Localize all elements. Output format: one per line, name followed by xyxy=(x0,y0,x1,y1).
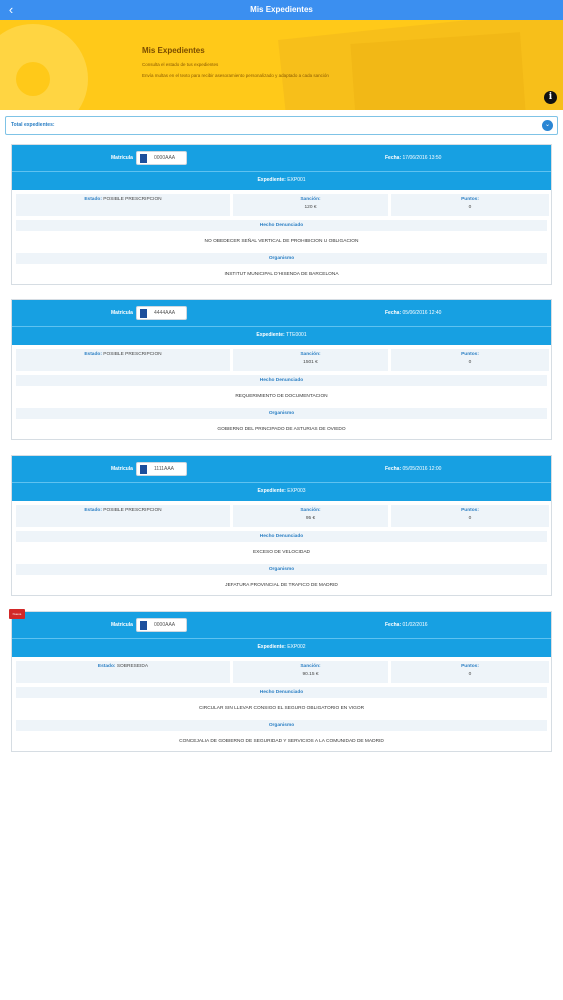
estado-cell: Estado: POSIBLE PRESCRIPCION xyxy=(16,349,230,371)
card-header xyxy=(12,612,551,638)
plate-number: 0000AAA xyxy=(154,155,176,161)
eu-flag-icon xyxy=(140,621,147,630)
card-header xyxy=(12,456,551,482)
license-plate: 1111AAA xyxy=(136,462,187,476)
gear-decoration-icon xyxy=(0,24,88,110)
total-expedientes-bar[interactable]: Total expedientes: ⌄ xyxy=(5,116,558,135)
puntos-value: 0 xyxy=(468,516,472,521)
hecho-label: Hecho Denunciado xyxy=(16,687,547,698)
organismo-value: INSTITUT MUNICIPAL D'HISENDA DE BARCELON… xyxy=(224,272,339,277)
plate-number: 1111AAA xyxy=(154,466,175,472)
hecho-label: Hecho Denunciado xyxy=(16,531,547,542)
sancion-cell: Sanción: 1501 € xyxy=(233,349,388,371)
card-header xyxy=(12,300,551,326)
expediente-card[interactable]: Matrícula 0000AAA Fecha: 17/06/2016 13:5… xyxy=(11,144,552,285)
hecho-value: NO OBEDECER SEÑAL VERTICAL DE PROHIBICIO… xyxy=(204,239,359,244)
license-plate: 0000AAA xyxy=(136,618,187,632)
organismo-label: Organismo xyxy=(16,720,547,731)
expediente-id: Expediente: TTE0001 xyxy=(256,332,307,338)
matricula-label: Matrícula xyxy=(111,466,133,472)
fecha: Fecha: 01/02/2016 xyxy=(385,622,428,628)
organismo-value: GOBIERNO DEL PRINCIPADO DE ASTURIAS DE O… xyxy=(217,427,346,432)
puntos-value: 0 xyxy=(468,205,472,210)
hecho-value: REQUERIMIENTO DE DOCUMENTACION xyxy=(235,394,328,399)
info-icon[interactable]: i xyxy=(544,91,557,104)
estado-cell: Estado: POSIBLE PRESCRIPCION xyxy=(16,194,230,216)
sancion-cell: Sanción: 95 € xyxy=(233,505,388,527)
card-header xyxy=(12,145,551,171)
organismo-label: Organismo xyxy=(16,408,547,419)
puntos-cell: Puntos: 0 xyxy=(391,505,549,527)
sancion-value: 95 € xyxy=(305,516,316,521)
eu-flag-icon xyxy=(140,154,147,163)
estado-value: SOBRESEIDA xyxy=(116,664,149,669)
organismo-label: Organismo xyxy=(16,564,547,575)
organismo-value: CONCEJALIA DE GOBIERNO DE SEGURIDAD Y SE… xyxy=(179,739,384,744)
hecho-value: CIRCULAR SIN LLEVAR CONSIGO EL SEGURO OB… xyxy=(198,706,365,711)
expediente-card[interactable]: Matrícula 0000AAA Fecha: 01/02/2016 Expe… xyxy=(9,609,552,752)
plate-number: 0000AAA xyxy=(154,622,176,628)
app-title: Mis Expedientes xyxy=(250,5,313,14)
expediente-id: Expediente: EXP002 xyxy=(257,644,306,650)
hecho-label: Hecho Denunciado xyxy=(16,375,547,386)
plate-number: 4444AAA xyxy=(154,310,176,316)
puntos-cell: Puntos: 0 xyxy=(391,194,549,216)
new-ribbon-badge: Nueva xyxy=(9,609,25,619)
expediente-id: Expediente: EXP003 xyxy=(257,488,306,494)
expediente-card[interactable]: Matrícula 1111AAA Fecha: 05/05/2016 12:0… xyxy=(11,455,552,596)
estado-value: POSIBLE PRESCRIPCION xyxy=(103,197,162,202)
estado-value: POSIBLE PRESCRIPCION xyxy=(103,352,162,357)
fecha: Fecha: 17/06/2016 13:50 xyxy=(385,155,442,161)
eu-flag-icon xyxy=(140,465,147,474)
puntos-cell: Puntos: 0 xyxy=(391,661,549,683)
fecha: Fecha: 05/05/2016 12:00 xyxy=(385,466,442,472)
sancion-cell: Sanción: 90.15 € xyxy=(233,661,388,683)
organismo-value: JEFATURA PROVINCIAL DE TRAFICO DE MADRID xyxy=(225,583,338,588)
matricula-label: Matrícula xyxy=(111,155,133,161)
matricula-label: Matrícula xyxy=(111,622,133,628)
puntos-value: 0 xyxy=(468,672,472,677)
sancion-cell: Sanción: 120 € xyxy=(233,194,388,216)
estado-cell: Estado: SOBRESEIDA xyxy=(16,661,230,683)
hero-description: Envía multas en el texto para recibir as… xyxy=(142,73,329,78)
license-plate: 0000AAA xyxy=(136,151,187,165)
hecho-value: EXCESO DE VELOCIDAD xyxy=(252,550,311,555)
hero-title: Mis Expedientes xyxy=(142,46,205,55)
sancion-value: 120 € xyxy=(304,205,317,210)
chevron-down-icon[interactable]: ⌄ xyxy=(542,120,553,131)
hecho-label: Hecho Denunciado xyxy=(16,220,547,231)
puntos-cell: Puntos: 0 xyxy=(391,349,549,371)
license-plate: 4444AAA xyxy=(136,306,187,320)
expediente-id: Expediente: EXP001 xyxy=(257,177,306,183)
estado-cell: Estado: POSIBLE PRESCRIPCION xyxy=(16,505,230,527)
expediente-card[interactable]: Matrícula 4444AAA Fecha: 05/06/2016 12:4… xyxy=(11,299,552,440)
eu-flag-icon xyxy=(140,309,147,318)
total-label: Total expedientes: xyxy=(11,122,55,128)
matricula-label: Matrícula xyxy=(111,310,133,316)
fecha: Fecha: 05/06/2016 12:40 xyxy=(385,310,442,316)
sancion-value: 90.15 € xyxy=(302,672,319,677)
hero-subtitle: Consulta el estado de tus expedientes xyxy=(142,62,219,67)
document-decoration-2 xyxy=(350,32,526,110)
sancion-value: 1501 € xyxy=(303,360,318,365)
app-bar: ‹ Mis Expedientes xyxy=(0,0,563,20)
organismo-label: Organismo xyxy=(16,253,547,264)
estado-value: POSIBLE PRESCRIPCION xyxy=(103,508,162,513)
hero-banner: Mis Expedientes Consulta el estado de tu… xyxy=(0,20,563,110)
puntos-value: 0 xyxy=(468,360,472,365)
